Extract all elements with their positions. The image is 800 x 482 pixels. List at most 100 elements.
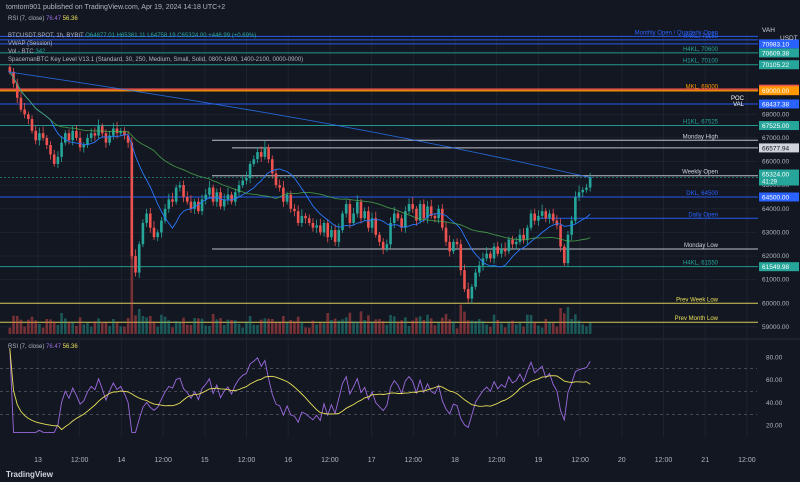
candle-body bbox=[533, 213, 537, 221]
candle-body bbox=[160, 220, 163, 233]
candle-body bbox=[448, 241, 451, 252]
candle-body bbox=[185, 196, 189, 202]
volume-bar bbox=[566, 307, 570, 334]
rsi-tick-label: 20.00 bbox=[766, 423, 783, 430]
candle-body bbox=[130, 142, 134, 257]
trading-chart[interactable]: 13 12:00 14 12:00 15 12:00 16 12:00 17 12:00 18 12:… bbox=[0, 0, 800, 482]
key-level-label: H4KL, 61550 bbox=[683, 261, 719, 267]
candle-body bbox=[112, 128, 115, 136]
volume-bar bbox=[300, 322, 304, 334]
x-tick-label: 12:00 bbox=[655, 457, 673, 464]
volume-bar bbox=[459, 304, 463, 334]
volume-bar bbox=[507, 322, 511, 334]
y-tick-label: 60000.00 bbox=[762, 300, 789, 307]
volume-bar bbox=[282, 316, 285, 334]
volume-bar bbox=[38, 324, 41, 334]
volume-bar bbox=[141, 316, 145, 334]
volume-bar bbox=[540, 327, 544, 334]
candle-body bbox=[381, 241, 385, 249]
volume-bar bbox=[12, 315, 15, 334]
candle-body bbox=[352, 213, 355, 223]
candle-body bbox=[477, 265, 481, 273]
volume-bar bbox=[492, 314, 496, 334]
volume-bar bbox=[226, 319, 230, 334]
candle-body bbox=[89, 133, 93, 138]
volume-bar bbox=[27, 319, 30, 334]
candle-body bbox=[322, 222, 326, 233]
y-tick-label: 64000.00 bbox=[762, 206, 789, 213]
candle-body bbox=[167, 199, 171, 209]
volume-bar bbox=[89, 326, 93, 334]
volume-bar bbox=[537, 325, 540, 334]
symbol-legend[interactable]: BTCUSDT.SPOT, 1h, BYBIT O64877.01 H65361… bbox=[8, 33, 256, 39]
volume-bar bbox=[322, 323, 326, 334]
volume-bar bbox=[526, 314, 529, 334]
rsi-name: RSI (7, close) bbox=[8, 344, 45, 350]
vwap-legend[interactable]: VWAP (Session) bbox=[8, 41, 52, 47]
volume-bar bbox=[348, 312, 352, 334]
volume-bar bbox=[82, 324, 86, 334]
key-level-label: H4KL, 71150 bbox=[683, 34, 718, 40]
candle-body bbox=[100, 126, 104, 134]
val-label: VAL bbox=[733, 102, 745, 108]
volume-bar bbox=[389, 315, 392, 334]
volume-bar bbox=[100, 322, 104, 334]
key-level-label: Daily Open bbox=[688, 212, 718, 218]
key-level-label: H4KL, 70600 bbox=[683, 47, 719, 53]
symbol-name: BTCUSDT.SPOT, 1h, BYBIT bbox=[8, 33, 84, 39]
candle-body bbox=[537, 215, 540, 221]
keylevel-legend[interactable]: SpacemanBTC Key Level V13.1 (Standard, 3… bbox=[8, 57, 303, 63]
candle-body bbox=[337, 230, 341, 242]
candle-body bbox=[278, 185, 281, 188]
volume-bar bbox=[252, 324, 256, 334]
volume-bar bbox=[208, 326, 211, 334]
volume-bar bbox=[470, 320, 474, 334]
candle-body bbox=[178, 185, 182, 188]
x-tick-label: 12:00 bbox=[321, 457, 339, 464]
publish-bar: tomtom901 published on TradingView.com, … bbox=[0, 0, 800, 16]
tradingview-logo[interactable]: TradingView bbox=[6, 470, 53, 479]
y-tick-label: 67000.00 bbox=[762, 135, 789, 142]
volume-bar bbox=[67, 322, 71, 334]
y-tick-label: 62000.00 bbox=[762, 253, 789, 260]
candle-body bbox=[433, 215, 437, 219]
rsi-legend[interactable]: RSI (7, close) 76.47 56.36 bbox=[8, 344, 78, 350]
volume-bar bbox=[319, 323, 322, 334]
candle-body bbox=[474, 272, 477, 287]
volume-bar bbox=[200, 318, 204, 334]
volume-bar bbox=[367, 315, 370, 334]
volume-bar bbox=[337, 320, 341, 334]
volume-bar bbox=[245, 322, 248, 334]
top-indicator-legend[interactable]: RSI (7, close) 76.47 56.36 bbox=[8, 16, 78, 22]
candle-body bbox=[359, 201, 363, 219]
candle-body bbox=[489, 253, 492, 259]
volume-bar bbox=[174, 321, 178, 334]
candle-body bbox=[211, 187, 215, 202]
price-axis-badge-text: 68437.38 bbox=[762, 101, 789, 108]
candle-body bbox=[500, 248, 503, 254]
candle-body bbox=[145, 213, 148, 223]
key-level-label: Prev Week Low bbox=[676, 297, 719, 303]
volume-bar bbox=[278, 322, 281, 334]
volume-bar bbox=[548, 322, 551, 334]
volume-bar bbox=[204, 325, 208, 334]
volume-bar bbox=[496, 320, 500, 334]
volume-bar bbox=[570, 319, 573, 334]
candle-body bbox=[574, 196, 577, 221]
candle-body bbox=[319, 225, 322, 233]
candle-body bbox=[514, 241, 518, 245]
volume-bar bbox=[75, 326, 78, 334]
key-level-label: Weekly Open bbox=[682, 170, 718, 176]
volume-bar bbox=[363, 320, 366, 334]
x-tick-label: 12:00 bbox=[71, 457, 89, 464]
price-axis-badge-text: 66577.94 bbox=[762, 145, 789, 152]
candle-body bbox=[152, 227, 156, 238]
price-axis-badge-text: 67525.00 bbox=[762, 123, 789, 130]
candle-body bbox=[348, 204, 352, 223]
price-pane[interactable] bbox=[0, 34, 800, 334]
candle-body bbox=[75, 130, 78, 138]
candle-body bbox=[363, 211, 366, 219]
candle-body bbox=[234, 192, 237, 202]
x-tick-label: 17 bbox=[368, 457, 376, 464]
volume-legend[interactable]: Vol - BTC 342 bbox=[8, 49, 45, 55]
